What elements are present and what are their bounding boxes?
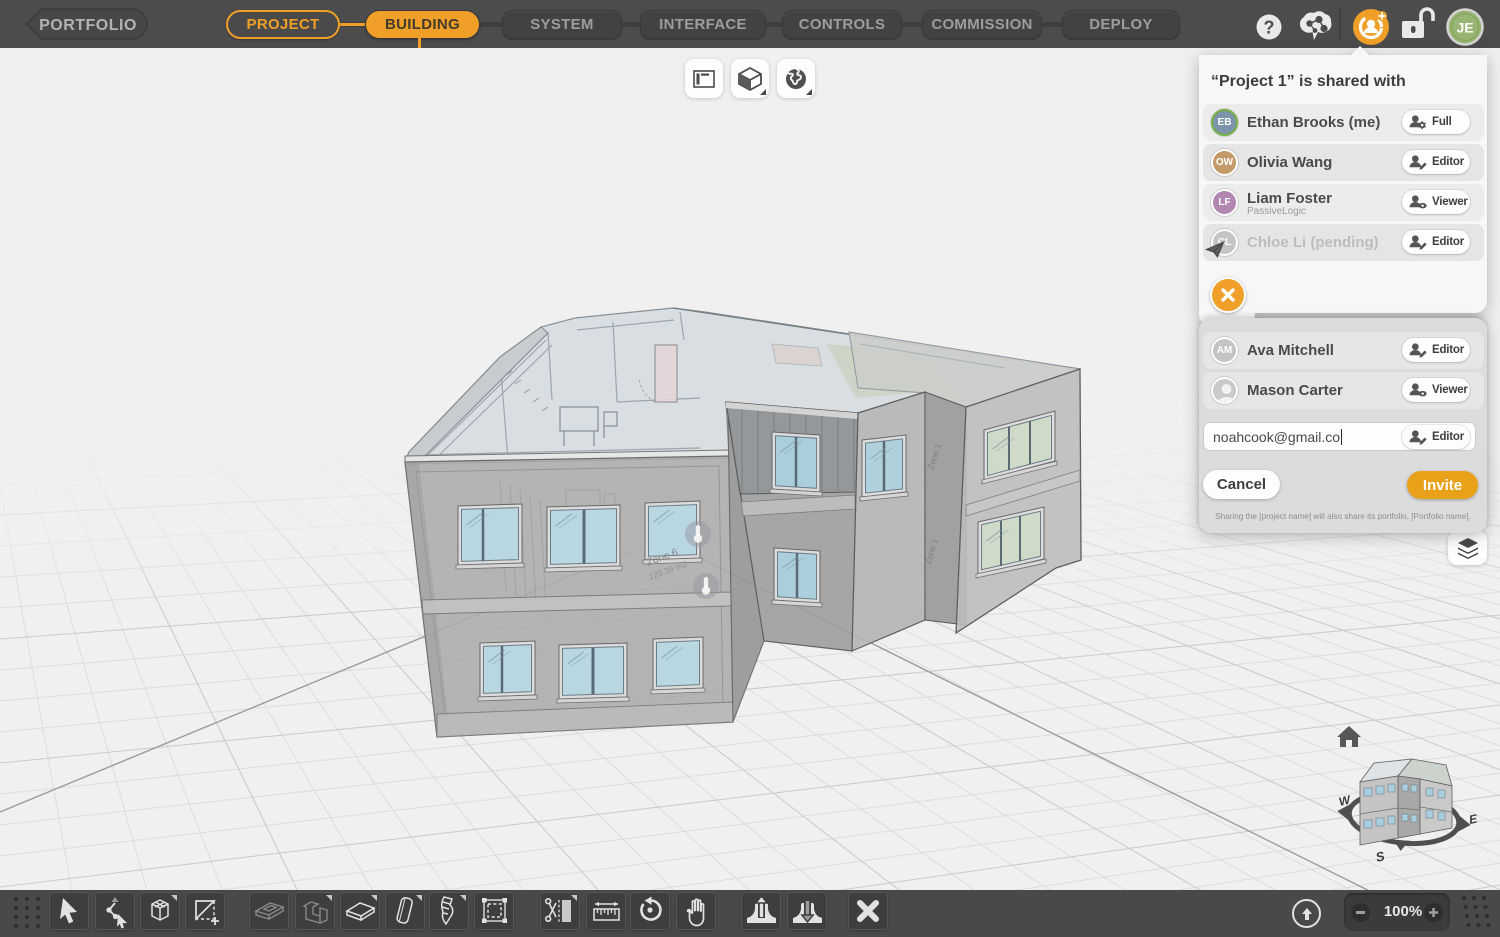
svg-text:JE: JE (1456, 20, 1473, 36)
svg-text:PORTFOLIO: PORTFOLIO (39, 17, 137, 34)
svg-text:?: ? (1264, 18, 1275, 38)
